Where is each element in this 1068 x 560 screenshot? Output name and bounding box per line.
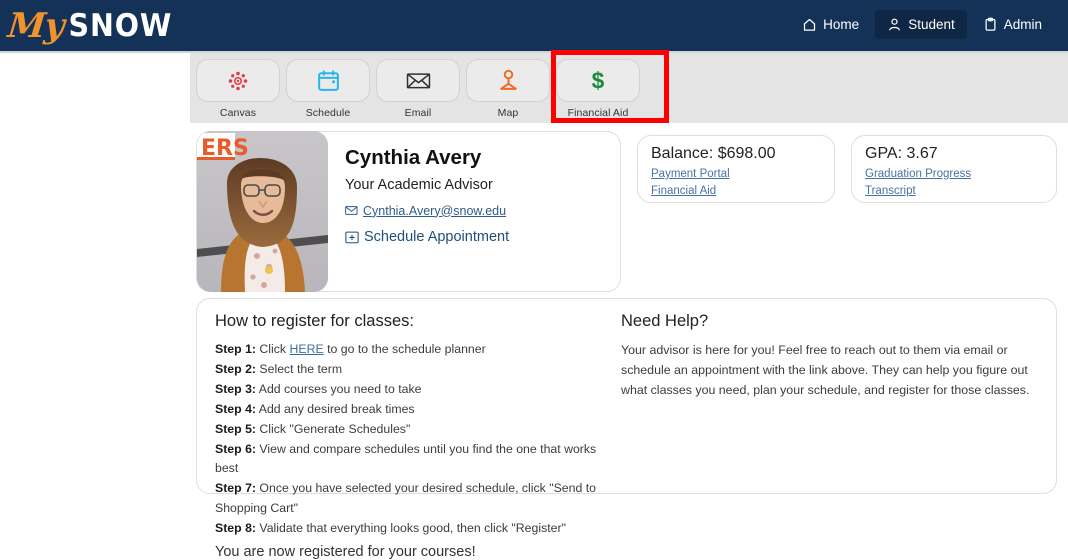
quick-links-tiles: Canvas Schedule [190, 53, 1068, 119]
advisor-email-row[interactable]: Cynthia.Avery@snow.edu [345, 204, 509, 218]
nav-item-student[interactable]: Student [875, 10, 967, 39]
payment-portal-link[interactable]: Payment Portal [651, 168, 730, 180]
transcript-link[interactable]: Transcript [865, 185, 916, 197]
register-step-label: Step 6: [215, 442, 256, 456]
balance-title: Balance: $698.00 [651, 145, 834, 163]
gpa-title: GPA: 3.67 [865, 145, 1056, 163]
help-column: Need Help? Your advisor is here for you!… [621, 312, 1036, 400]
advisor-email-link[interactable]: Cynthia.Avery@snow.edu [363, 204, 506, 218]
info-panel: How to register for classes: Step 1: Cli… [196, 298, 1057, 494]
advisor-card: ERS Cynthia Avery Your Academ [196, 131, 621, 292]
tile-canvas-box[interactable] [196, 59, 280, 102]
map-marker-person-icon [496, 68, 521, 93]
logo-my-text: My [6, 6, 66, 46]
dollar-icon: $ [585, 68, 611, 94]
advisor-role: Your Academic Advisor [345, 177, 509, 193]
nav-item-home[interactable]: Home [790, 10, 871, 39]
home-icon [802, 17, 817, 32]
tile-canvas-label: Canvas [220, 107, 256, 119]
tile-map[interactable]: Map [466, 59, 550, 119]
register-steps-column: How to register for classes: Step 1: Cli… [215, 312, 615, 560]
quick-links-bar: Canvas Schedule [190, 53, 1068, 123]
register-step: Step 8: Validate that everything looks g… [215, 519, 615, 539]
register-step-label: Step 2: [215, 362, 256, 376]
tile-financial-aid[interactable]: $ Financial Aid [556, 59, 640, 119]
register-step: Step 4: Add any desired break times [215, 400, 615, 420]
tile-canvas[interactable]: Canvas [196, 59, 280, 119]
canvas-logo-icon [226, 69, 250, 93]
tile-financial-aid-box[interactable]: $ [556, 59, 640, 102]
tile-email[interactable]: Email [376, 59, 460, 119]
tile-email-label: Email [405, 107, 432, 119]
person-icon [887, 17, 902, 32]
tile-email-box[interactable] [376, 59, 460, 102]
advisor-info: Cynthia Avery Your Academic Advisor Cynt… [345, 146, 509, 245]
top-navbar: My SNOW Home Student [0, 0, 1068, 53]
tile-schedule[interactable]: Schedule [286, 59, 370, 119]
nav-item-student-label: Student [908, 17, 955, 32]
calendar-icon [316, 68, 341, 93]
register-final-line: You are now registered for your courses! [215, 544, 615, 560]
register-steps-list: Step 1: Click HERE to go to the schedule… [215, 340, 615, 539]
balance-card: Balance: $698.00 Payment Portal Financia… [637, 135, 835, 203]
envelope-icon [405, 67, 432, 94]
nav-item-admin[interactable]: Admin [971, 10, 1054, 39]
svg-text:$: $ [592, 68, 605, 94]
tile-map-box[interactable] [466, 59, 550, 102]
help-panel-title: Need Help? [621, 312, 1036, 331]
clipboard-icon [983, 17, 998, 32]
register-step-label: Step 1: [215, 342, 256, 356]
register-step-label: Step 8: [215, 521, 256, 535]
register-step-label: Step 3: [215, 382, 256, 396]
register-step: Step 2: Select the term [215, 360, 615, 380]
mysnow-logo[interactable]: My SNOW [8, 4, 177, 48]
schedule-appointment-link[interactable]: Schedule Appointment [364, 229, 509, 245]
envelope-icon [345, 205, 358, 216]
register-step-label: Step 7: [215, 481, 256, 495]
logo-snow-text: SNOW [69, 8, 173, 44]
calendar-plus-icon [345, 230, 359, 244]
nav-item-home-label: Home [823, 17, 859, 32]
tile-schedule-box[interactable] [286, 59, 370, 102]
register-step: Step 6: View and compare schedules until… [215, 440, 615, 480]
financial-aid-link[interactable]: Financial Aid [651, 185, 716, 197]
schedule-appointment-row[interactable]: Schedule Appointment [345, 229, 509, 245]
help-panel-body: Your advisor is here for you! Feel free … [621, 340, 1036, 400]
nav-links: Home Student Admin [790, 10, 1054, 39]
register-step: Step 5: Click "Generate Schedules" [215, 420, 615, 440]
register-step: Step 1: Click HERE to go to the schedule… [215, 340, 615, 360]
advisor-photo: ERS [197, 131, 328, 292]
register-step-label: Step 4: [215, 402, 256, 416]
nav-item-admin-label: Admin [1004, 17, 1042, 32]
tile-schedule-label: Schedule [306, 107, 351, 119]
register-step: Step 3: Add courses you need to take [215, 380, 615, 400]
register-step: Step 7: Once you have selected your desi… [215, 479, 615, 519]
tile-financial-aid-label: Financial Aid [568, 107, 629, 119]
tile-map-label: Map [498, 107, 519, 119]
graduation-progress-link[interactable]: Graduation Progress [865, 168, 971, 180]
advisor-name: Cynthia Avery [345, 146, 509, 170]
register-step-label: Step 5: [215, 422, 256, 436]
gpa-card: GPA: 3.67 Graduation Progress Transcript [851, 135, 1057, 203]
schedule-planner-link[interactable]: HERE [289, 342, 323, 356]
register-panel-title: How to register for classes: [215, 312, 615, 331]
